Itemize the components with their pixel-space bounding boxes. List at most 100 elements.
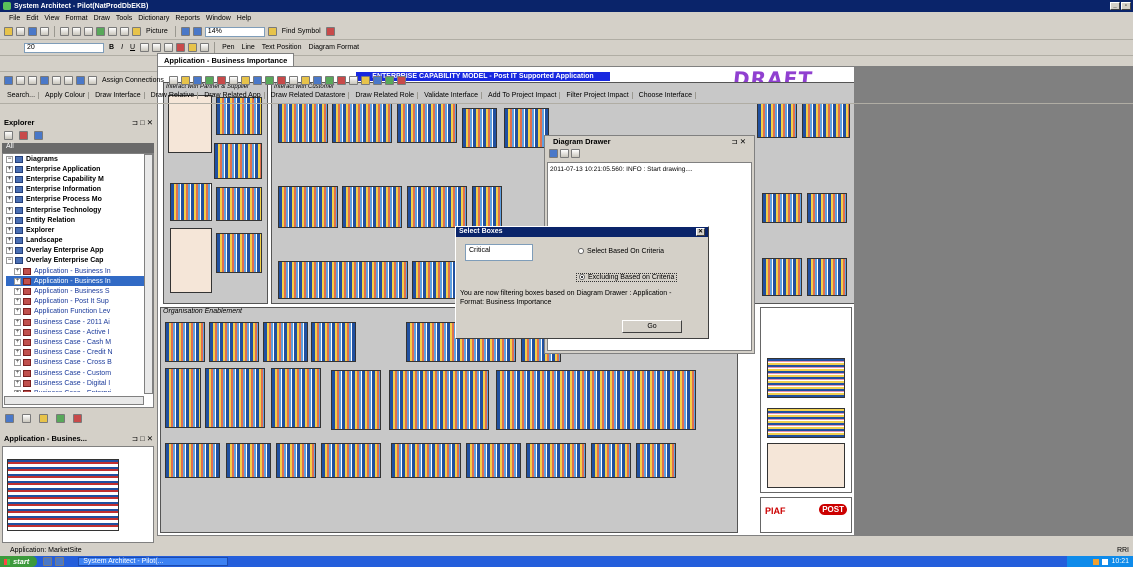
tab-icon[interactable] <box>5 414 14 423</box>
expand-icon[interactable]: + <box>6 237 13 245</box>
capability-block[interactable] <box>466 443 521 478</box>
print-icon[interactable] <box>40 27 49 36</box>
text-position-button[interactable]: Text Position <box>260 44 304 51</box>
menu-format[interactable]: Format <box>62 15 90 22</box>
explorer-pin-close[interactable]: ⊐ □ ✕ <box>132 118 153 127</box>
browser-icon[interactable] <box>55 557 65 566</box>
tab-icon[interactable] <box>38 414 48 423</box>
expand-icon[interactable]: + <box>14 389 21 392</box>
draw-tool-icon[interactable] <box>264 75 274 85</box>
expand-icon[interactable]: + <box>6 175 13 183</box>
capability-block[interactable] <box>526 443 586 478</box>
cut-icon[interactable] <box>60 27 69 36</box>
capability-block[interactable] <box>165 368 201 428</box>
capability-block[interactable] <box>216 233 262 273</box>
draw-tool-icon[interactable] <box>16 75 25 85</box>
tab-icon[interactable] <box>55 414 65 423</box>
capability-block[interactable] <box>342 186 402 228</box>
draw-tool-icon[interactable] <box>64 75 73 85</box>
capability-block[interactable] <box>311 322 356 362</box>
explorer-delete-icon[interactable] <box>18 131 28 140</box>
capability-block[interactable] <box>807 193 847 223</box>
expand-icon[interactable]: + <box>14 328 21 336</box>
expand-icon[interactable]: + <box>6 196 13 204</box>
expand-icon[interactable]: + <box>14 267 21 275</box>
bold-button[interactable]: B <box>107 44 116 51</box>
draw-tool-icon[interactable] <box>300 75 310 85</box>
capability-block[interactable] <box>496 370 696 430</box>
zoom-out-icon[interactable] <box>192 27 202 36</box>
expand-icon[interactable]: + <box>6 247 13 255</box>
explorer-filter[interactable]: All <box>2 143 154 153</box>
capability-block[interactable] <box>807 258 847 296</box>
document-tab[interactable]: Application - Business Importance <box>157 53 295 66</box>
capability-block[interactable] <box>504 108 549 148</box>
filter-toolbar-button[interactable]: Filter Project Impact <box>563 92 633 99</box>
zoom-select[interactable]: 14% <box>204 26 265 37</box>
fill-color-icon[interactable] <box>188 43 198 52</box>
filter-toolbar-button[interactable]: Draw Interface <box>92 92 145 99</box>
paste-icon[interactable] <box>84 27 93 36</box>
underline-button[interactable]: U <box>128 44 137 51</box>
draw-tool-icon[interactable] <box>384 75 394 85</box>
draw-tool-icon[interactable] <box>192 75 202 85</box>
menu-view[interactable]: View <box>41 15 62 22</box>
menu-draw[interactable]: Draw <box>91 15 113 22</box>
copy-icon[interactable] <box>72 27 81 36</box>
tab-icon[interactable] <box>21 414 31 423</box>
menu-dictionary[interactable]: Dictionary <box>135 15 172 22</box>
filter-toolbar-button[interactable]: Validate Interface <box>421 92 483 99</box>
capability-block[interactable] <box>214 143 262 179</box>
drawer-tool-icon[interactable] <box>570 149 580 158</box>
draw-tool-icon[interactable] <box>252 75 262 85</box>
criteria-input[interactable]: Critical <box>465 244 533 261</box>
capability-block[interactable] <box>278 186 338 228</box>
open-icon[interactable] <box>4 27 13 36</box>
drawer-tool-icon[interactable] <box>559 149 569 158</box>
tree-item[interactable]: + Application Function Lev <box>6 307 144 317</box>
filter-toolbar-button[interactable]: Draw Related Role <box>352 92 419 99</box>
redo-icon[interactable] <box>120 27 129 36</box>
align-left-icon[interactable] <box>140 43 150 52</box>
assign-connections-button[interactable]: Assign Connections <box>100 77 166 84</box>
draw-tool-icon[interactable] <box>180 75 190 85</box>
preview-pin-close[interactable]: ⊐ □ ✕ <box>132 434 153 443</box>
tree-item[interactable]: + Business Case - Enterpri <box>6 388 144 392</box>
new-icon[interactable] <box>16 27 25 36</box>
capability-block[interactable] <box>757 103 797 138</box>
explorer-refresh-icon[interactable] <box>33 131 43 140</box>
capability-block[interactable] <box>389 370 489 430</box>
expand-icon[interactable]: + <box>14 349 21 357</box>
draw-tool-icon[interactable] <box>240 75 250 85</box>
zoom-in-icon[interactable] <box>180 27 190 36</box>
draw-tool-icon[interactable] <box>288 75 298 85</box>
expand-icon[interactable]: + <box>14 338 21 346</box>
collapse-icon[interactable]: − <box>6 155 13 163</box>
filter-toolbar-button[interactable]: Draw Related Datastore <box>268 92 350 99</box>
draw-tool-icon[interactable] <box>324 75 334 85</box>
tree-item[interactable]: + Application - Business S <box>6 286 144 296</box>
binoculars-icon[interactable] <box>267 27 277 36</box>
capability-block[interactable] <box>209 322 259 362</box>
capability-block[interactable] <box>278 103 328 143</box>
capability-block[interactable] <box>462 108 497 148</box>
expand-icon[interactable]: + <box>6 165 13 173</box>
draw-tool-icon[interactable] <box>216 75 226 85</box>
menu-edit[interactable]: Edit <box>23 15 41 22</box>
tree-item[interactable]: − Diagrams <box>6 154 144 164</box>
expand-icon[interactable]: + <box>6 216 13 224</box>
find-symbol-button[interactable]: Find Symbol <box>280 28 323 35</box>
expand-icon[interactable]: + <box>6 186 13 194</box>
start-button[interactable]: start <box>0 556 38 567</box>
capability-block[interactable] <box>591 443 631 478</box>
maximize-button[interactable]: ▫ <box>1121 2 1131 10</box>
draw-tool-icon[interactable] <box>360 75 370 85</box>
menu-window[interactable]: Window <box>203 15 234 22</box>
tree-item[interactable]: + Business Case - Custom <box>6 368 144 378</box>
expand-icon[interactable]: + <box>14 298 21 306</box>
menu-file[interactable]: File <box>6 15 23 22</box>
tree-item[interactable]: + Business Case - Cash M <box>6 337 144 347</box>
capability-block[interactable] <box>391 443 461 478</box>
font-size-select[interactable]: 20 <box>24 42 104 53</box>
filter-toolbar-button[interactable]: Choose Interface <box>636 92 696 99</box>
